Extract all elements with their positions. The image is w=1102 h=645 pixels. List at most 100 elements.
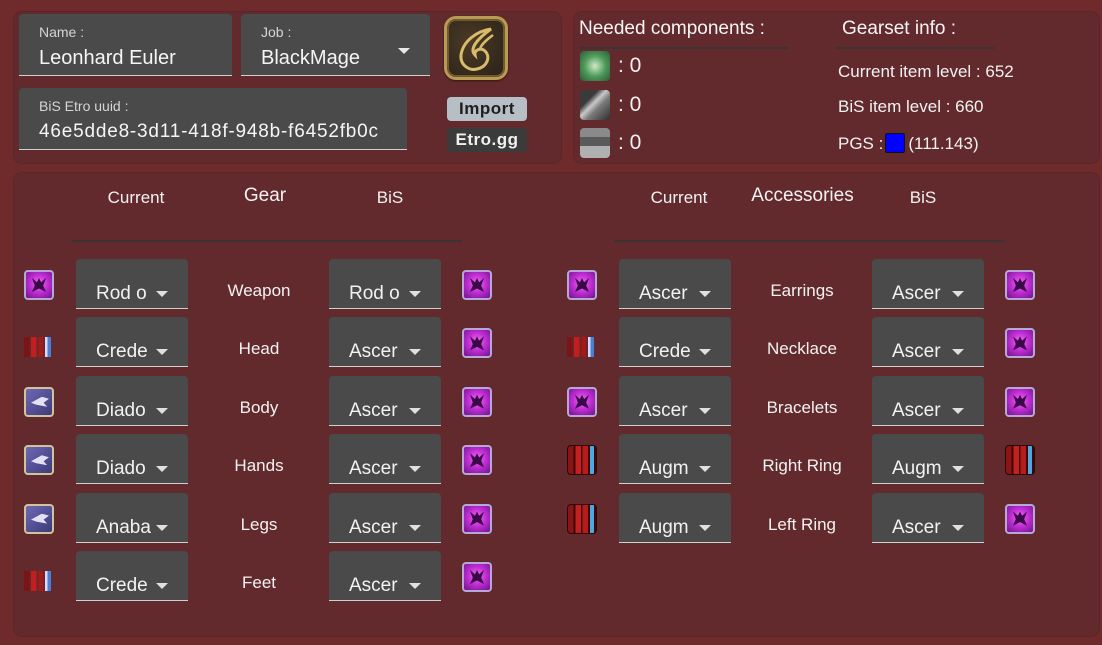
gear-current-select[interactable]: Diado	[76, 434, 188, 485]
accessory-slot-label: Left Ring	[767, 514, 837, 534]
gear-current-select[interactable]: Anaba	[76, 492, 188, 543]
components-heading: Needed components :	[579, 18, 765, 39]
gear-current-select[interactable]: Rod o	[76, 259, 188, 309]
chevron-down-icon	[952, 349, 964, 356]
pgs-line: PGS : (111.143)	[838, 133, 979, 154]
import-button[interactable]: Import	[447, 97, 527, 121]
accessory-current-value: Ascer	[639, 283, 688, 304]
chevron-down-icon	[952, 407, 964, 414]
acc-bis-header: BiS	[909, 188, 937, 207]
gear-slot-label: Body	[239, 397, 279, 417]
accessory-bis-value: Augm	[892, 458, 942, 480]
component-row-shine: : 0	[580, 90, 641, 120]
accessory-bis-item-icon	[1005, 445, 1035, 476]
gear-bis-value: Ascer	[349, 399, 398, 421]
job-select[interactable]: Job : BlackMage	[241, 14, 430, 76]
chevron-down-icon	[699, 524, 711, 531]
gear-bis-header: BiS	[376, 188, 404, 207]
accessory-current-item-icon	[567, 386, 597, 417]
accessory-slot-label: Bracelets	[766, 397, 838, 417]
name-field[interactable]: Name : Leonhard Euler	[19, 14, 232, 76]
accessory-bis-select[interactable]: Ascer	[872, 492, 984, 543]
accessories-divider	[614, 240, 1005, 242]
components-divider	[579, 47, 788, 49]
gear-current-value: Diado	[96, 399, 146, 421]
gear-bis-select[interactable]: Ascer	[329, 317, 441, 368]
accessory-bis-select[interactable]: Ascer	[872, 317, 984, 368]
name-label: Name :	[39, 24, 85, 40]
gear-bis-select[interactable]: Ascer	[329, 375, 441, 426]
acc-current-header: Current	[650, 188, 708, 207]
twine-count: : 0	[618, 54, 642, 77]
gear-current-select[interactable]: Diado	[76, 375, 188, 426]
gear-bis-value: Ascer	[349, 516, 398, 538]
gear-current-value: Diado	[96, 458, 146, 480]
chevron-down-icon	[156, 583, 168, 589]
name-input[interactable]: Leonhard Euler	[39, 47, 214, 70]
accessory-current-select[interactable]: Crede	[619, 317, 731, 368]
chevron-down-icon	[409, 524, 421, 531]
chevron-down-icon	[409, 407, 421, 414]
gear-divider	[71, 240, 462, 242]
chevron-down-icon	[156, 466, 168, 473]
accessory-current-value: Augm	[639, 458, 689, 480]
gear-slot-label: Feet	[241, 573, 277, 592]
summary-panel: Needed components : : 0 : 0 : 0 Gearset …	[573, 11, 1100, 164]
gear-slot-label: Head	[238, 339, 280, 359]
gear-slot-label: Legs	[240, 514, 278, 534]
accessory-bis-item-icon	[1005, 270, 1035, 300]
accessory-slot-label: Earrings	[770, 281, 834, 300]
gear-current-select[interactable]: Crede	[76, 317, 188, 368]
chevron-down-icon	[699, 291, 711, 297]
uuid-input[interactable]: 46e5dde8-3d11-418f-948b-f6452fb0c	[39, 121, 389, 143]
chevron-down-icon	[156, 291, 168, 297]
chevron-down-icon	[156, 349, 168, 356]
chevron-down-icon	[699, 466, 711, 473]
chevron-down-icon	[409, 349, 421, 356]
gear-bis-select[interactable]: Rod o	[329, 259, 441, 309]
accessory-bis-value: Ascer	[892, 341, 941, 363]
accessory-bis-select[interactable]: Augm	[872, 434, 984, 485]
accessories-title: Accessories	[751, 185, 854, 206]
black-mage-job-icon	[444, 16, 508, 80]
gear-current-value: Anaba	[96, 516, 151, 538]
accessory-current-item-icon	[567, 337, 597, 358]
gear-current-header: Current	[107, 188, 165, 207]
gear-title: Gear	[243, 185, 287, 206]
pgs-label: PGS :	[838, 134, 884, 153]
accessory-bis-select[interactable]: Ascer	[872, 375, 984, 426]
accessory-current-value: Augm	[639, 516, 689, 538]
gear-bis-select[interactable]: Ascer	[329, 551, 441, 601]
accessory-slot-label: Right Ring	[762, 456, 842, 476]
accessory-current-select[interactable]: Ascer	[619, 259, 731, 309]
gearset-divider	[836, 47, 995, 49]
shine-icon	[580, 90, 610, 120]
accessory-current-select[interactable]: Ascer	[619, 375, 731, 426]
coating-icon	[580, 128, 610, 158]
accessory-bis-item-icon	[1005, 328, 1035, 359]
accessory-current-item-icon	[567, 445, 597, 476]
gear-panel: Current Gear BiS Current Accessories BiS…	[13, 172, 1100, 637]
uuid-label: BiS Etro uuid :	[39, 98, 129, 114]
gear-current-item-icon	[24, 503, 54, 534]
uuid-field[interactable]: BiS Etro uuid : 46e5dde8-3d11-418f-948b-…	[19, 88, 407, 150]
etro-link-button[interactable]: Etro.gg	[447, 128, 527, 152]
current-item-level: Current item level : 652	[838, 62, 1014, 81]
twine-icon	[580, 51, 610, 81]
gearset-heading: Gearset info :	[842, 18, 957, 39]
gear-current-select[interactable]: Crede	[76, 551, 188, 601]
component-row-coating: : 0	[580, 128, 641, 158]
gear-bis-select[interactable]: Ascer	[329, 434, 441, 485]
accessory-current-select[interactable]: Augm	[619, 434, 731, 485]
coating-count: : 0	[618, 131, 642, 154]
gear-slot-label: Hands	[234, 456, 284, 476]
accessory-current-select[interactable]: Augm	[619, 492, 731, 543]
accessory-current-value: Crede	[639, 341, 691, 363]
accessory-bis-item-icon	[1005, 386, 1035, 417]
gear-bis-item-icon	[462, 386, 492, 417]
gear-current-item-icon	[24, 270, 54, 300]
accessory-bis-select[interactable]: Ascer	[872, 259, 984, 309]
gear-bis-item-icon	[462, 445, 492, 476]
accessory-bis-value: Ascer	[892, 399, 941, 421]
gear-bis-select[interactable]: Ascer	[329, 492, 441, 543]
